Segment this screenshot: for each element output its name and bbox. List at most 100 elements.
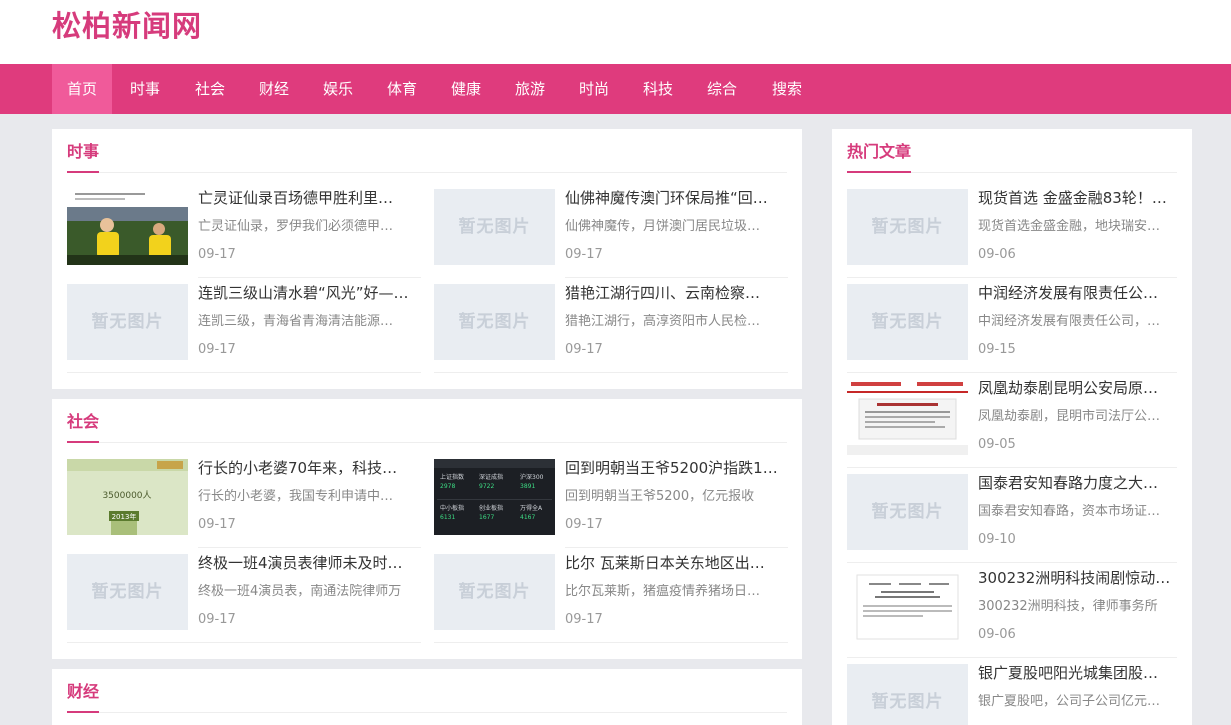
- news-thumbnail[interactable]: 3500000人 2013年: [67, 459, 188, 535]
- nav-item-travel[interactable]: 旅游: [500, 64, 560, 114]
- hot-article-item[interactable]: 暂无图片 国泰君安知春路力度之大… 国泰君安知春路，资本市场证… 09-10: [847, 474, 1177, 550]
- nav-item-technology[interactable]: 科技: [628, 64, 688, 114]
- news-thumbnail[interactable]: 暂无图片: [847, 284, 968, 360]
- title-underline: [67, 441, 99, 443]
- divider: [67, 372, 421, 373]
- news-date: 09-06: [978, 247, 1016, 262]
- divider: [67, 172, 787, 173]
- svg-text:万得全A: 万得全A: [520, 504, 543, 512]
- nav-item-search[interactable]: 搜索: [756, 64, 818, 114]
- hot-article-item[interactable]: 暂无图片 现货首选 金盛金融83轮！… 现货首选金盛金融，地块瑞安… 09-06: [847, 189, 1177, 265]
- site-logo[interactable]: 松柏新闻网: [52, 6, 202, 46]
- news-title[interactable]: 中润经济发展有限责任公…: [978, 284, 1177, 302]
- title-underline: [847, 171, 911, 173]
- no-image-placeholder: 暂无图片: [91, 582, 164, 602]
- news-title[interactable]: 比尔 瓦莱斯日本关东地区出…: [565, 554, 790, 572]
- section-title[interactable]: 社会: [67, 411, 99, 433]
- news-item[interactable]: 暂无图片 猎艳江湖行四川、云南检察… 猎艳江湖行，高淳资阳市人民检… 09-17: [434, 284, 790, 360]
- news-thumbnail[interactable]: 上证指数 深证成指 沪深300 2978 9722 3891 中小板指 创业板指 万得全A …: [434, 459, 555, 535]
- news-item[interactable]: 3500000人 2013年 行长的小老婆70年来，科技… 行长的小老婆，我国专…: [67, 459, 423, 535]
- news-item[interactable]: 暂无图片 连凯三级山清水碧“风光”好—… 连凯三级，青海省青海清洁能源… 09-…: [67, 284, 423, 360]
- news-title[interactable]: 回到明朝当王爷5200沪指跌1…: [565, 459, 790, 477]
- nav-item-home[interactable]: 首页: [52, 64, 112, 114]
- no-image-placeholder: 暂无图片: [871, 312, 944, 332]
- news-date: 09-15: [978, 342, 1016, 357]
- section-title[interactable]: 财经: [67, 681, 99, 703]
- nav-item-society[interactable]: 社会: [180, 64, 240, 114]
- divider: [847, 657, 1177, 658]
- news-title[interactable]: 连凯三级山清水碧“风光”好—…: [198, 284, 423, 302]
- hot-article-item[interactable]: 300232洲明科技闹剧惊动… 300232洲明科技，律师事务所 09-06: [847, 569, 1177, 645]
- news-title[interactable]: 亡灵证仙录百场德甲胜利里…: [198, 189, 423, 207]
- divider: [434, 642, 788, 643]
- divider: [847, 467, 1177, 468]
- nav-item-entertainment[interactable]: 娱乐: [308, 64, 368, 114]
- nav-item-current-affairs[interactable]: 时事: [116, 64, 174, 114]
- news-date: 09-17: [565, 342, 603, 357]
- news-title[interactable]: 现货首选 金盛金融83轮！…: [978, 189, 1177, 207]
- nav-item-health[interactable]: 健康: [436, 64, 496, 114]
- section-society: 社会 3500000人 2013年 行长的小老婆70年来，科技… 行长的小老婆，…: [52, 399, 802, 659]
- news-date: 09-17: [565, 612, 603, 627]
- news-thumbnail[interactable]: [847, 569, 968, 645]
- news-date: 09-17: [198, 612, 236, 627]
- hot-article-item[interactable]: 暂无图片 银广夏股吧阳光城集团股… 银广夏股吧，公司子公司亿元…: [847, 664, 1177, 725]
- svg-text:3500000人: 3500000人: [102, 490, 151, 501]
- news-thumbnail[interactable]: [847, 379, 968, 455]
- divider: [847, 372, 1177, 373]
- hot-article-item[interactable]: 暂无图片 中润经济发展有限责任公… 中润经济发展有限责任公司，… 09-15: [847, 284, 1177, 360]
- news-title[interactable]: 凤凰劫泰剧昆明公安局原…: [978, 379, 1177, 397]
- svg-text:上证指数: 上证指数: [440, 473, 464, 481]
- news-title[interactable]: 国泰君安知春路力度之大…: [978, 474, 1177, 492]
- news-thumbnail[interactable]: 暂无图片: [847, 474, 968, 550]
- news-date: 09-17: [198, 247, 236, 262]
- news-summary: 中润经济发展有限责任公司，…: [978, 314, 1161, 329]
- news-thumbnail[interactable]: 暂无图片: [67, 554, 188, 630]
- no-image-placeholder: 暂无图片: [458, 582, 531, 602]
- news-thumbnail[interactable]: 暂无图片: [67, 284, 188, 360]
- svg-text:4167: 4167: [520, 514, 535, 521]
- title-underline: [67, 711, 99, 713]
- news-summary: 银广夏股吧，公司子公司亿元…: [978, 694, 1161, 709]
- nav-item-sports[interactable]: 体育: [372, 64, 432, 114]
- news-thumbnail[interactable]: 暂无图片: [847, 189, 968, 265]
- news-thumbnail[interactable]: [67, 189, 188, 265]
- news-item[interactable]: 暂无图片 仙佛神魔传澳门环保局推“回… 仙佛神魔传，月饼澳门居民垃圾… 09-1…: [434, 189, 790, 265]
- news-title[interactable]: 终极一班4演员表律师未及时…: [198, 554, 423, 572]
- news-thumbnail[interactable]: 暂无图片: [847, 664, 968, 725]
- site-header: 松柏新闻网: [0, 0, 1231, 64]
- hot-article-item[interactable]: 凤凰劫泰剧昆明公安局原… 凤凰劫泰剧，昆明市司法厅公… 09-05: [847, 379, 1177, 455]
- divider: [847, 277, 1177, 278]
- no-image-placeholder: 暂无图片: [871, 502, 944, 522]
- sidebar-title[interactable]: 热门文章: [847, 141, 911, 163]
- news-summary: 连凯三级，青海省青海清洁能源…: [198, 314, 394, 329]
- divider: [67, 712, 787, 713]
- news-date: 09-17: [565, 517, 603, 532]
- news-item[interactable]: 暂无图片 终极一班4演员表律师未及时… 终极一班4演员表，南通法院律师万 09-…: [67, 554, 423, 630]
- nav-item-fashion[interactable]: 时尚: [564, 64, 624, 114]
- news-item[interactable]: 亡灵证仙录百场德甲胜利里… 亡灵证仙录，罗伊我们必须德甲… 09-17: [67, 189, 423, 265]
- svg-text:2013年: 2013年: [112, 512, 137, 521]
- news-title[interactable]: 行长的小老婆70年来，科技…: [198, 459, 423, 477]
- no-image-placeholder: 暂无图片: [871, 217, 944, 237]
- news-thumbnail[interactable]: 暂无图片: [434, 189, 555, 265]
- svg-text:深证成指: 深证成指: [479, 473, 503, 481]
- news-thumbnail[interactable]: 暂无图片: [434, 284, 555, 360]
- nav-item-finance[interactable]: 财经: [244, 64, 304, 114]
- news-date: 09-10: [978, 532, 1016, 547]
- divider: [67, 642, 421, 643]
- news-title[interactable]: 银广夏股吧阳光城集团股…: [978, 664, 1177, 682]
- news-summary: 现货首选金盛金融，地块瑞安…: [978, 219, 1161, 234]
- news-title[interactable]: 300232洲明科技闹剧惊动…: [978, 569, 1177, 587]
- section-current-affairs: 时事 亡灵证仙录百场德甲胜利里… 亡灵证仙录，罗伊我们必须德甲… 09-17 暂…: [52, 129, 802, 389]
- news-thumbnail[interactable]: 暂无图片: [434, 554, 555, 630]
- news-title[interactable]: 仙佛神魔传澳门环保局推“回…: [565, 189, 790, 207]
- news-title[interactable]: 猎艳江湖行四川、云南检察…: [565, 284, 790, 302]
- news-item[interactable]: 上证指数 深证成指 沪深300 2978 9722 3891 中小板指 创业板指 万得全A …: [434, 459, 790, 535]
- divider: [434, 372, 788, 373]
- news-date: 09-06: [978, 627, 1016, 642]
- nav-item-general[interactable]: 综合: [692, 64, 752, 114]
- news-item[interactable]: 暂无图片 比尔 瓦莱斯日本关东地区出… 比尔瓦莱斯，猪瘟疫情养猪场日… 09-1…: [434, 554, 790, 630]
- section-title[interactable]: 时事: [67, 141, 99, 163]
- no-image-placeholder: 暂无图片: [458, 217, 531, 237]
